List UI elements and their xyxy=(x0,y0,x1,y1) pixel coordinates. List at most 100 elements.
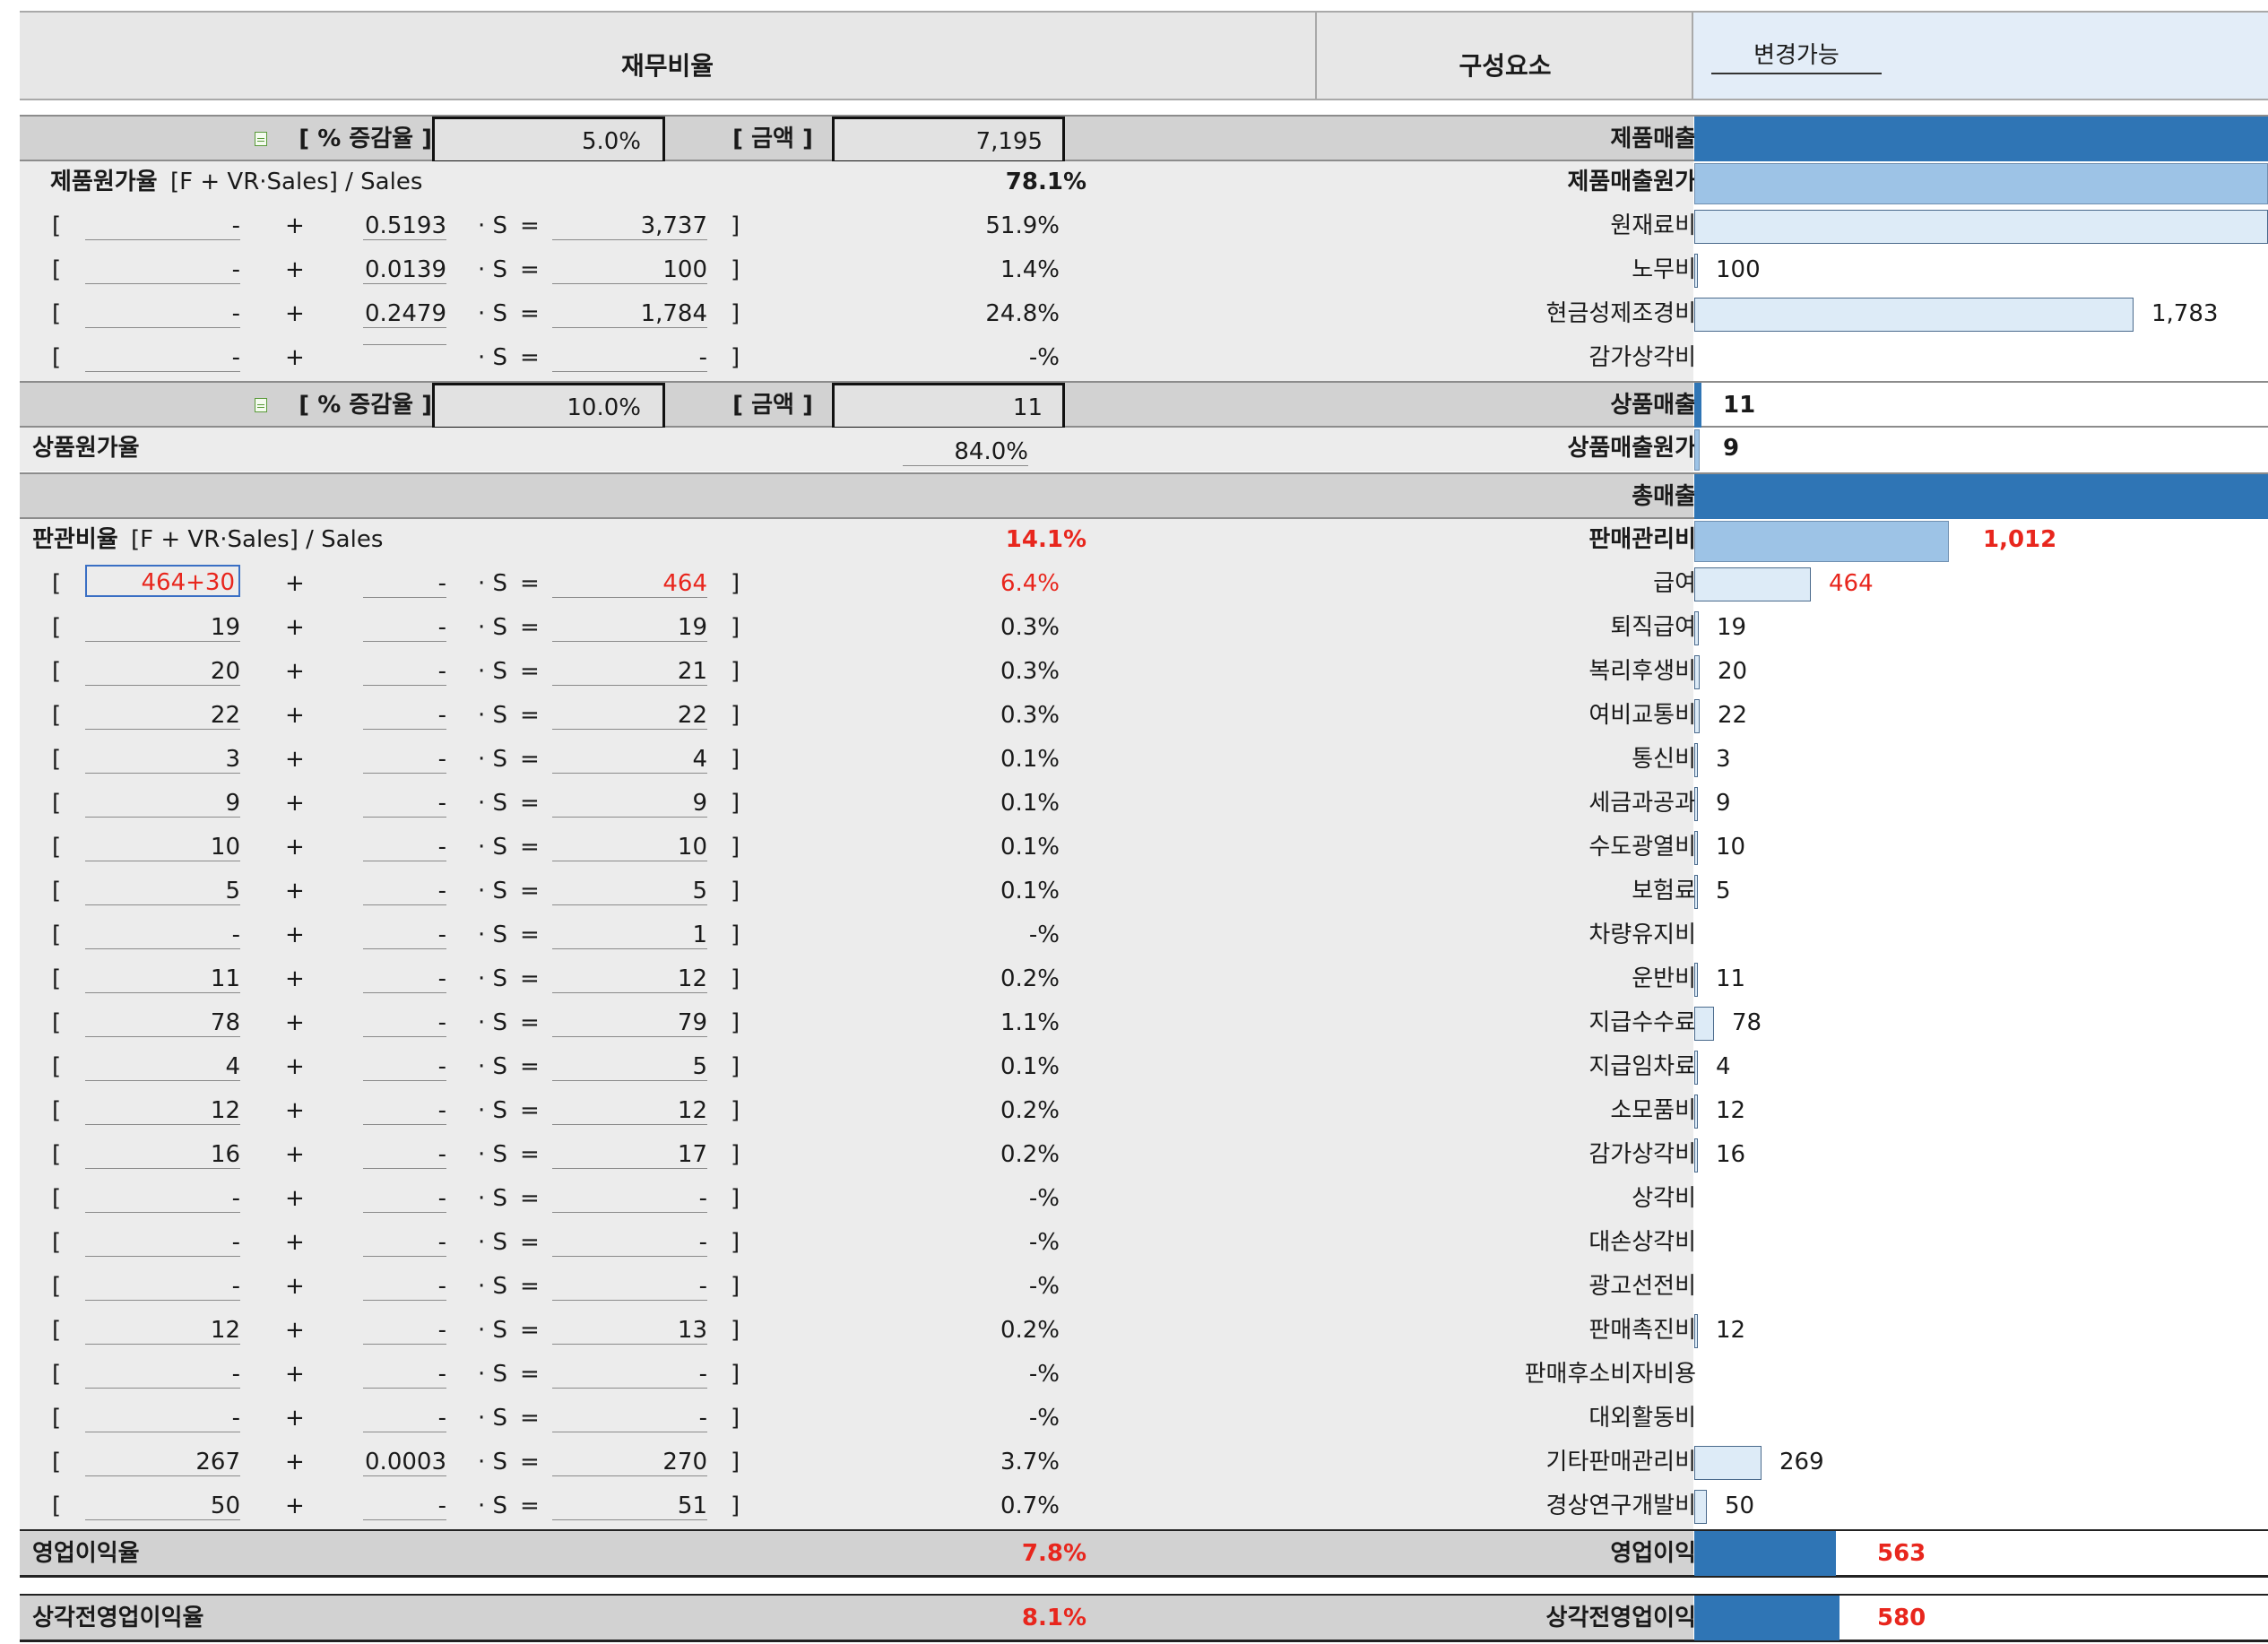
variable-rate-input[interactable]: - xyxy=(363,1317,446,1345)
variable-rate-input[interactable]: - xyxy=(363,614,446,642)
variable-rate-input[interactable]: - xyxy=(363,1097,446,1125)
variable-rate-input[interactable]: - xyxy=(363,570,446,598)
fixed-cost-input[interactable]: - xyxy=(85,922,240,949)
equals-sign: = xyxy=(520,834,540,861)
sga-line: [12 + - · S = 13] 0.2% 판매촉진비 12 xyxy=(20,1310,2268,1354)
fixed-cost-input[interactable]: 50 xyxy=(85,1493,240,1520)
component-bar xyxy=(1694,1446,1762,1480)
variable-rate-input[interactable]: - xyxy=(363,1053,446,1081)
merch-amount-input[interactable]: 11 xyxy=(832,383,1065,429)
variable-rate-input[interactable]: - xyxy=(363,834,446,861)
fixed-cost-input[interactable]: 22 xyxy=(85,702,240,730)
sales-pct-value[interactable]: 5.0% xyxy=(435,128,641,155)
times-sales: · S xyxy=(478,878,508,904)
times-sales: · S xyxy=(478,256,508,283)
component-value: 22 xyxy=(1718,702,1748,729)
fixed-cost-input[interactable]: 12 xyxy=(85,1317,240,1345)
fixed-cost-input[interactable]: 11 xyxy=(85,965,240,993)
close-bracket: ] xyxy=(731,1361,740,1388)
fixed-cost-input[interactable]: - xyxy=(85,344,240,372)
plus-sign: + xyxy=(285,965,305,992)
amount-value: 19 xyxy=(552,614,707,642)
fixed-cost-input[interactable]: 78 xyxy=(85,1009,240,1037)
pct-value: 0.7% xyxy=(1000,1493,1060,1519)
variable-rate-input[interactable]: - xyxy=(363,878,446,905)
open-bracket: [ xyxy=(52,1317,62,1344)
pct-value: 0.2% xyxy=(1000,1317,1060,1344)
fixed-cost-input[interactable]: - xyxy=(85,1361,240,1389)
times-sales: · S xyxy=(478,1053,508,1080)
pct-value: 0.3% xyxy=(1000,614,1060,641)
sales-amount-value[interactable]: 7,195 xyxy=(835,128,1043,155)
fixed-cost-input[interactable]: 4 xyxy=(85,1053,240,1081)
times-sales: · S xyxy=(478,1317,508,1344)
fixed-cost-input[interactable]: 267 xyxy=(85,1449,240,1476)
op-income-bar xyxy=(1694,1531,1836,1576)
fixed-cost-input[interactable]: - xyxy=(85,212,240,240)
times-sales: · S xyxy=(478,1097,508,1124)
merch-amount-value[interactable]: 11 xyxy=(835,394,1043,421)
variable-rate-input[interactable]: - xyxy=(363,1273,446,1301)
component-name: 급여 xyxy=(1653,570,1696,597)
component-bar-cell xyxy=(1693,337,2268,381)
variable-rate-input[interactable]: - xyxy=(363,1141,446,1169)
sga-line: [9 + - · S = 9] 0.1% 세금과공과 9 xyxy=(20,783,2268,826)
variable-rate-input[interactable]: - xyxy=(363,1185,446,1213)
sga-line: [5 + - · S = 5] 0.1% 보험료 5 xyxy=(20,870,2268,914)
equals-sign: = xyxy=(520,1229,540,1256)
pct-value: 0.1% xyxy=(1000,834,1060,861)
amount-value: - xyxy=(552,1361,707,1389)
variable-rate-input[interactable]: - xyxy=(363,922,446,949)
variable-rate-input[interactable]: 0.2479 xyxy=(363,300,446,328)
fixed-cost-input[interactable]: 16 xyxy=(85,1141,240,1169)
variable-rate-input[interactable]: - xyxy=(363,1229,446,1257)
variable-rate-input[interactable]: 0.0003 xyxy=(363,1449,446,1476)
plus-sign: + xyxy=(285,1361,305,1388)
variable-rate-input[interactable]: - xyxy=(363,965,446,993)
fixed-cost-input[interactable]: - xyxy=(85,1405,240,1432)
variable-rate-input[interactable]: - xyxy=(363,658,446,686)
fixed-cost-input[interactable]: - xyxy=(85,256,240,284)
variable-rate-input[interactable]: - xyxy=(363,1405,446,1432)
equals-sign: = xyxy=(520,878,540,904)
component-value: 11 xyxy=(1716,965,1746,992)
plus-sign: + xyxy=(285,746,305,773)
fixed-cost-input[interactable]: 464+30 xyxy=(85,565,240,597)
fixed-cost-input[interactable]: 9 xyxy=(85,790,240,818)
pct-value: 0.1% xyxy=(1000,878,1060,904)
fixed-cost-input[interactable]: - xyxy=(85,300,240,328)
variable-rate-input[interactable]: - xyxy=(363,702,446,730)
sales-amount-input[interactable]: 7,195 xyxy=(832,117,1065,163)
fixed-cost-input[interactable]: 3 xyxy=(85,746,240,774)
fixed-cost-input[interactable]: - xyxy=(85,1185,240,1213)
equals-sign: = xyxy=(520,1273,540,1300)
variable-rate-input[interactable]: 0.0139 xyxy=(363,256,446,284)
variable-rate-input[interactable]: - xyxy=(363,1361,446,1389)
sga-line: [464+30 + - · S = 464] 6.4% 급여 464 xyxy=(20,563,2268,607)
component-bar-cell xyxy=(1693,1178,2268,1222)
fixed-cost-input[interactable]: 20 xyxy=(85,658,240,686)
variable-rate-input[interactable]: - xyxy=(363,746,446,774)
fixed-cost-input[interactable]: 12 xyxy=(85,1097,240,1125)
variable-rate-input[interactable]: 0.5193 xyxy=(363,212,446,240)
document-icon[interactable] xyxy=(255,132,267,146)
merch-component-value: 11 xyxy=(1723,392,1756,419)
sales-bar xyxy=(1694,117,2268,161)
document-icon[interactable] xyxy=(255,398,267,412)
fixed-cost-input[interactable]: 19 xyxy=(85,614,240,642)
times-sales: · S xyxy=(478,746,508,773)
sales-pct-input[interactable]: 5.0% xyxy=(432,117,665,163)
component-bar xyxy=(1694,831,1698,865)
close-bracket: ] xyxy=(731,300,740,327)
variable-rate-input[interactable] xyxy=(363,344,446,345)
fixed-cost-input[interactable]: 5 xyxy=(85,878,240,905)
variable-rate-input[interactable]: - xyxy=(363,790,446,818)
component-name: 대외활동비 xyxy=(1588,1405,1696,1432)
variable-rate-input[interactable]: - xyxy=(363,1009,446,1037)
fixed-cost-input[interactable]: 10 xyxy=(85,834,240,861)
merch-pct-input[interactable]: 10.0% xyxy=(432,383,665,429)
merch-pct-value[interactable]: 10.0% xyxy=(435,394,641,421)
variable-rate-input[interactable]: - xyxy=(363,1493,446,1520)
fixed-cost-input[interactable]: - xyxy=(85,1229,240,1257)
fixed-cost-input[interactable]: - xyxy=(85,1273,240,1301)
